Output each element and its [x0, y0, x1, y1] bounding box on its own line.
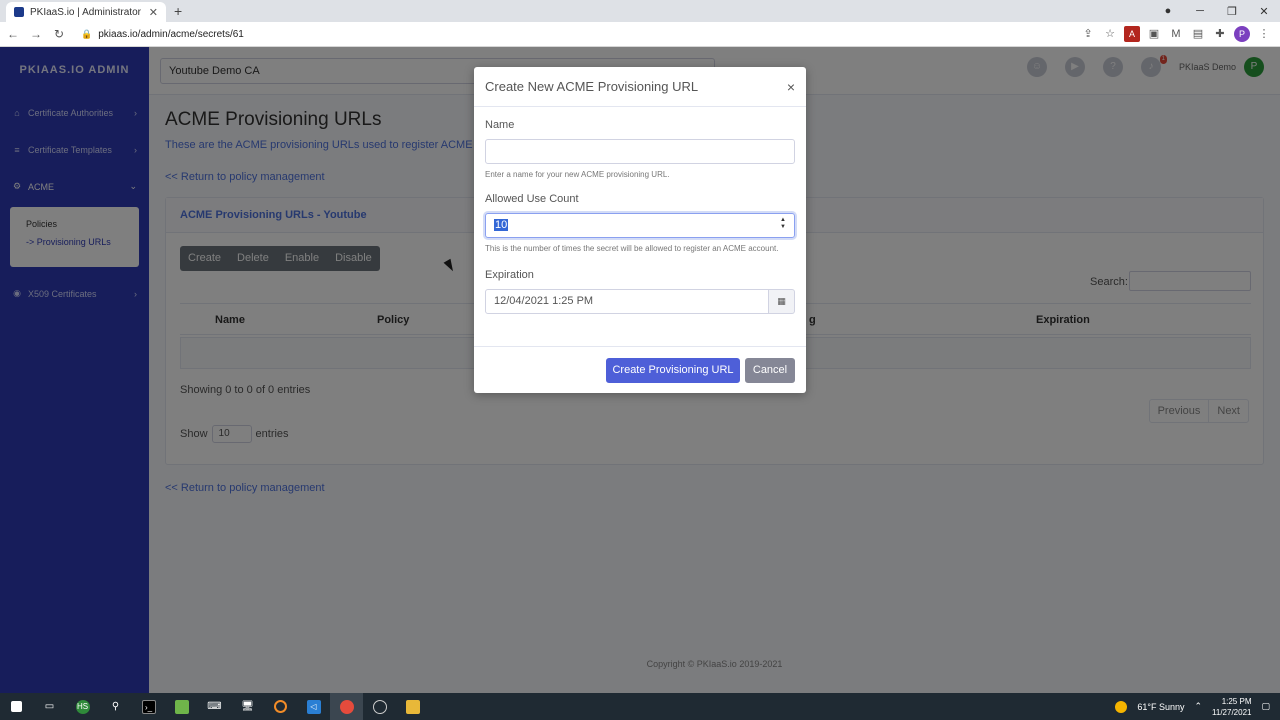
- name-help: Enter a name for your new ACME provision…: [485, 170, 670, 179]
- create-provisioning-url-button[interactable]: Create Provisioning URL: [606, 358, 740, 383]
- cancel-button[interactable]: Cancel: [745, 358, 795, 383]
- notepad-icon[interactable]: [165, 693, 198, 720]
- share-icon[interactable]: ⇪: [1080, 26, 1096, 42]
- name-label: Name: [485, 119, 515, 131]
- expiration-label: Expiration: [485, 269, 534, 281]
- spinner-arrows-icon[interactable]: ▲ ▼: [780, 217, 786, 231]
- browser-tab-strip: PKIaaS.io | Administrator ✕ + ● ─ ❐ ✕: [0, 0, 1280, 22]
- monitor-icon[interactable]: 🖥: [231, 693, 264, 720]
- bookmark-star-icon[interactable]: ☆: [1102, 26, 1118, 42]
- expiration-group: 12/04/2021 1:25 PM ▦: [485, 289, 795, 314]
- tray-chevron-icon[interactable]: ⌃: [1194, 701, 1202, 712]
- task-view-icon[interactable]: ▭: [33, 693, 66, 720]
- url-field[interactable]: 🔒 pkiaas.io/admin/acme/secrets/61: [81, 29, 244, 40]
- modal-footer: Create Provisioning URL Cancel: [474, 346, 806, 393]
- minimize-icon[interactable]: ─: [1184, 5, 1216, 17]
- forward-icon[interactable]: →: [26, 27, 46, 41]
- start-icon[interactable]: [0, 693, 33, 720]
- browser-tab[interactable]: PKIaaS.io | Administrator ✕: [6, 2, 166, 22]
- url-text: pkiaas.io/admin/acme/secrets/61: [98, 28, 244, 40]
- name-input[interactable]: [485, 139, 795, 164]
- weather-text[interactable]: 61°F Sunny: [1137, 702, 1184, 712]
- reload-icon[interactable]: ↻: [49, 27, 69, 41]
- file-explorer-icon[interactable]: [396, 693, 429, 720]
- chrome-icon[interactable]: [330, 693, 363, 720]
- back-icon[interactable]: ←: [3, 27, 23, 41]
- address-bar: ← → ↻ 🔒 pkiaas.io/admin/acme/secrets/61 …: [0, 22, 1280, 47]
- mail-extension-icon[interactable]: M: [1168, 26, 1184, 42]
- lock-icon: 🔒: [81, 28, 93, 39]
- clock[interactable]: 1:25 PM 11/27/2021: [1212, 696, 1251, 718]
- keyboard-icon[interactable]: ⌨: [198, 693, 231, 720]
- vscode-icon[interactable]: ◁: [297, 693, 330, 720]
- restore-icon[interactable]: ❐: [1216, 5, 1248, 18]
- extensions-bar: ⇪ ☆ A ▣ M ▤ ✚ P ⋮: [1080, 26, 1272, 42]
- profile-dropdown-icon[interactable]: ●: [1152, 5, 1184, 17]
- notifications-icon[interactable]: ▢: [1261, 701, 1270, 712]
- modal-header: Create New ACME Provisioning URL ×: [474, 67, 806, 107]
- clock-date: 11/27/2021: [1212, 707, 1252, 717]
- more-icon[interactable]: ⋮: [1256, 26, 1272, 42]
- count-help: This is the number of times the secret w…: [485, 244, 779, 253]
- new-tab-icon[interactable]: +: [174, 3, 182, 19]
- obs-icon[interactable]: [264, 693, 297, 720]
- close-window-icon[interactable]: ✕: [1248, 5, 1280, 18]
- modal-title: Create New ACME Provisioning URL: [485, 79, 699, 94]
- modal-body: Name Enter a name for your new ACME prov…: [485, 119, 795, 314]
- calendar-icon[interactable]: ▦: [769, 289, 795, 314]
- weather-sun-icon: [1115, 700, 1128, 713]
- count-label: Allowed Use Count: [485, 193, 579, 205]
- taskbar: ▭ HS ⚲ ›_ ⌨ 🖥 ◁ 61°F Sunny ⌃ 1:25 PM 11/…: [0, 693, 1280, 720]
- expiration-input[interactable]: 12/04/2021 1:25 PM: [485, 289, 769, 314]
- count-value: 10: [494, 219, 509, 231]
- profile-avatar-icon[interactable]: P: [1234, 26, 1250, 42]
- close-tab-icon[interactable]: ✕: [149, 6, 158, 19]
- allowed-use-count-input[interactable]: 10 ▲ ▼: [485, 213, 795, 238]
- extension-icon[interactable]: ▣: [1146, 26, 1162, 42]
- pdf-extension-icon[interactable]: A: [1124, 26, 1140, 42]
- terminal-icon[interactable]: ›_: [132, 693, 165, 720]
- close-icon[interactable]: ×: [787, 79, 795, 95]
- window-controls: ● ─ ❐ ✕: [1152, 0, 1280, 22]
- shield-icon: [14, 7, 24, 17]
- system-tray: 61°F Sunny ⌃ 1:25 PM 11/27/2021 ▢: [1115, 693, 1270, 720]
- recorder-icon[interactable]: [363, 693, 396, 720]
- create-provisioning-url-modal: Create New ACME Provisioning URL × Name …: [474, 67, 806, 393]
- print-extension-icon[interactable]: ▤: [1190, 26, 1206, 42]
- remote-desktop-icon[interactable]: ⚲: [99, 693, 132, 720]
- hubspot-icon[interactable]: HS: [66, 693, 99, 720]
- tab-title: PKIaaS.io | Administrator: [30, 6, 141, 18]
- puzzle-icon[interactable]: ✚: [1212, 26, 1228, 42]
- clock-time: 1:25 PM: [1221, 696, 1252, 706]
